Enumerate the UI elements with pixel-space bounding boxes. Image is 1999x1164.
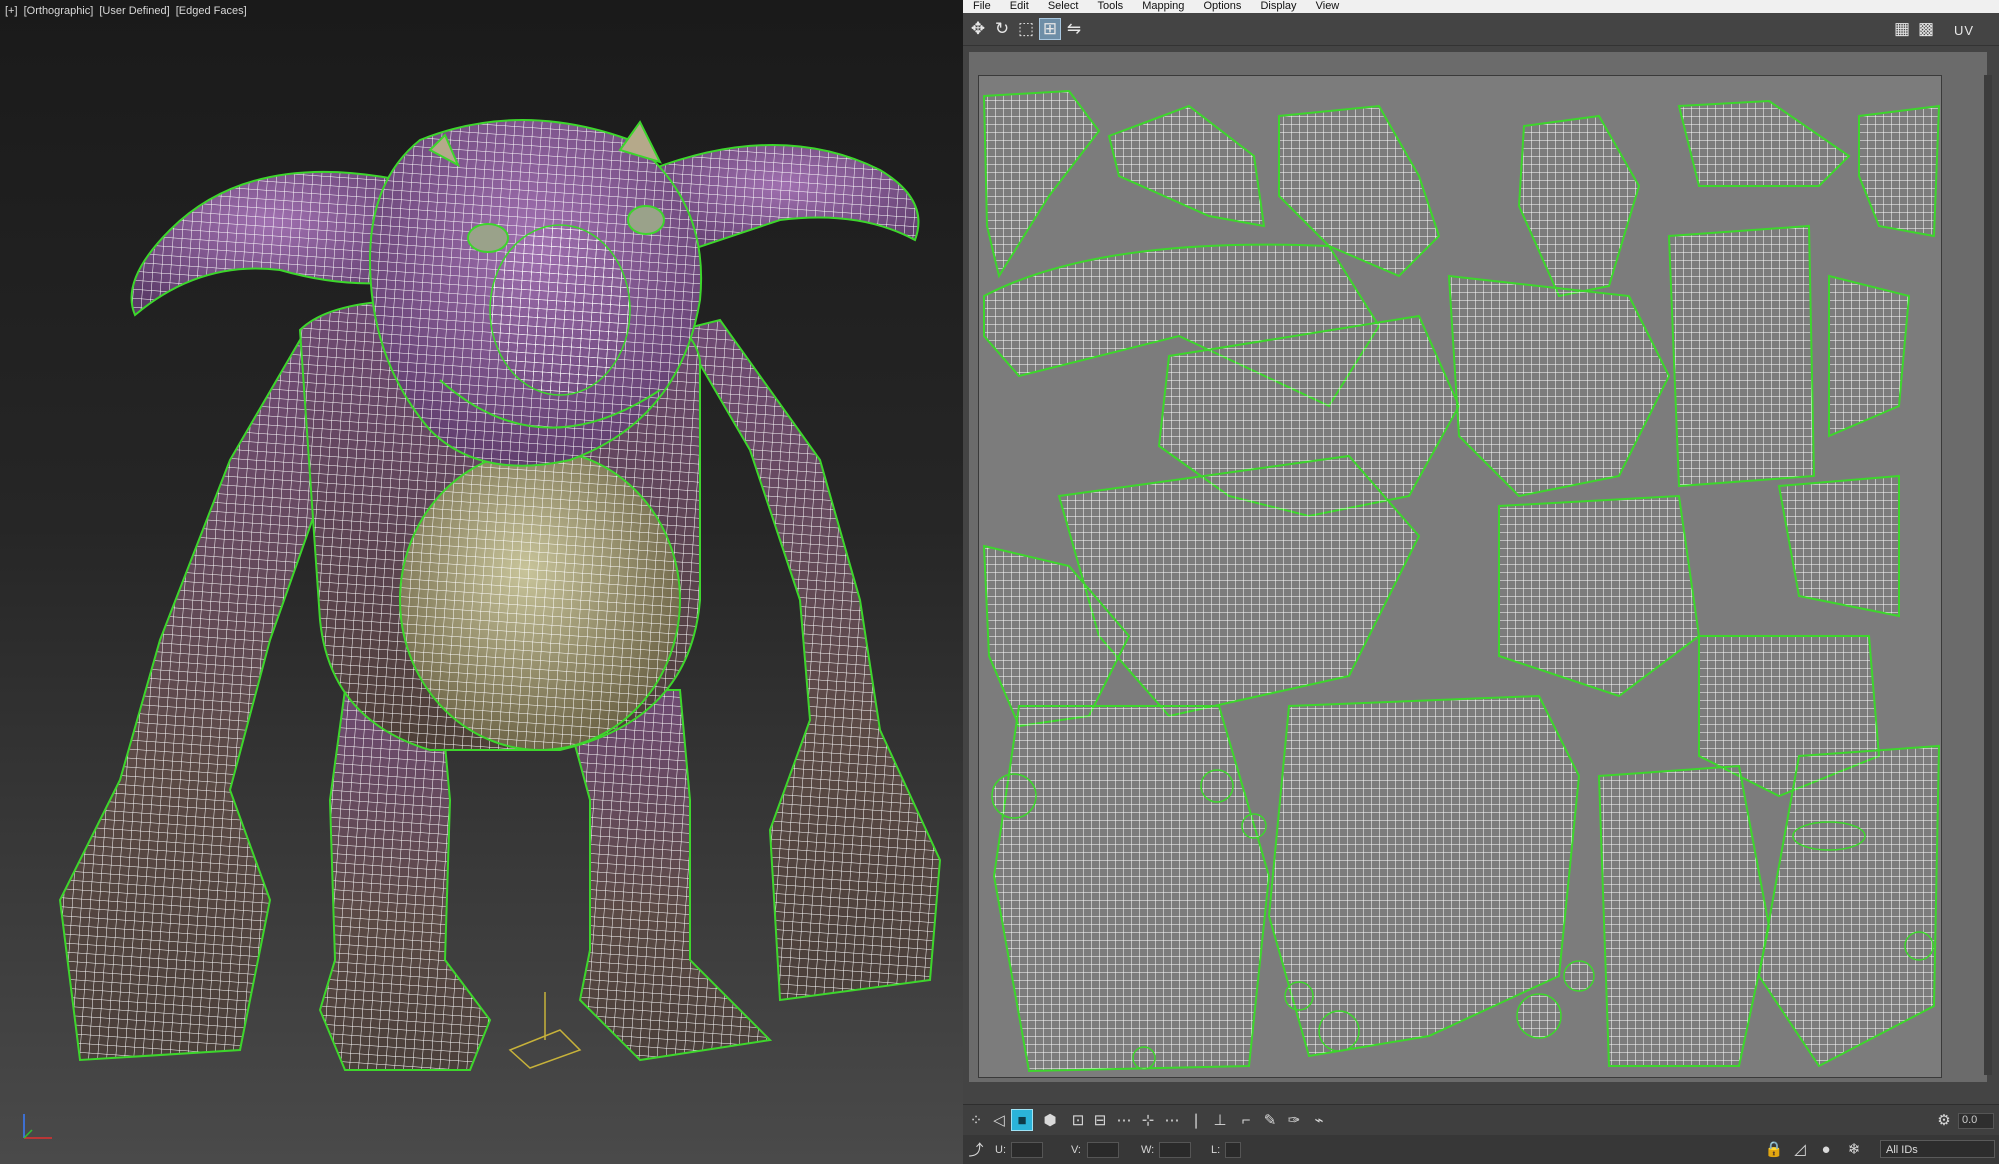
uv-island-ear-left	[982, 89, 1101, 279]
uv-menubar: File Edit Select Tools Mapping Options D…	[963, 0, 1999, 13]
spinner-field[interactable]: 0.0	[1958, 1113, 1994, 1129]
scale-icon[interactable]: ⬚	[1015, 18, 1037, 40]
uv-island-mouth	[1792, 821, 1866, 851]
w-label: W:	[1141, 1144, 1155, 1156]
uv-island-torso-back	[1447, 274, 1671, 498]
paint-icon[interactable]: ⌐	[1235, 1109, 1257, 1131]
align-icon[interactable]: ⊥	[1209, 1109, 1231, 1131]
menu-select[interactable]: Select	[1048, 0, 1079, 12]
move-icon[interactable]: ✥	[967, 18, 989, 40]
u-field[interactable]	[1011, 1142, 1043, 1158]
face-select-icon[interactable]: ■	[1011, 1109, 1033, 1131]
uv-island-hand-5	[1777, 474, 1900, 618]
uv-bottom-toolbar: ⁘ ◁ ■ ⬢ ⊡ ⊟ ⋯ ⊹ ⋯ ❘ ⊥ ⌐ ✎ ✑ ⌁ ⚙ 0.0	[963, 1104, 1999, 1135]
pivot-gizmo[interactable]	[508, 992, 582, 1069]
uv-island-eye-3	[1241, 813, 1267, 839]
menu-mapping[interactable]: Mapping	[1142, 0, 1184, 12]
uv-island-tooth-5	[1132, 1046, 1156, 1070]
shrink-icon[interactable]: ⊟	[1089, 1109, 1111, 1131]
freeform-icon[interactable]: ⊞	[1039, 18, 1061, 40]
uv-island-tooth-1	[1284, 981, 1314, 1011]
uv-island-finger	[1828, 274, 1911, 438]
edge-loop-icon[interactable]: ⋯	[1161, 1109, 1183, 1131]
ring-icon[interactable]: ⊹	[1137, 1109, 1159, 1131]
uv-islands[interactable]	[979, 76, 1941, 1077]
uv-island-leg-right	[1597, 764, 1771, 1067]
axis-tripod-icon	[23, 1114, 52, 1139]
mirror-icon[interactable]: ⇋	[1063, 18, 1085, 40]
u-label: U:	[995, 1144, 1006, 1156]
l-checkbox[interactable]	[1225, 1142, 1241, 1158]
uv-island-torso-side	[1498, 494, 1701, 698]
uv-status-bar: ⤴ U: V: W: L: 🔒 ◿ ● ❄ All IDs	[963, 1135, 1999, 1164]
pin-icon[interactable]: ❘	[1185, 1109, 1207, 1131]
vertex-select-icon[interactable]: ⁘	[965, 1109, 987, 1131]
checker-grid-icon[interactable]: ▦	[1891, 18, 1913, 40]
view-toggle-icon[interactable]: ●	[1815, 1138, 1837, 1160]
uv-island-body-front	[1057, 454, 1421, 718]
perspective-viewport[interactable]: [+] [Orthographic] [User Defined] [Edged…	[0, 0, 963, 1164]
uv-island-eye-2	[1200, 769, 1234, 803]
uv-tile[interactable]	[978, 75, 1942, 1078]
uv-island-eye-1	[991, 773, 1037, 819]
l-label: L:	[1211, 1144, 1221, 1156]
w-field[interactable]	[1159, 1142, 1191, 1158]
uv-island-foot-1	[1858, 104, 1941, 238]
uv-island-tooth-6	[1904, 931, 1934, 961]
v-label: V:	[1071, 1144, 1081, 1156]
sculpt-icon[interactable]: ⌁	[1308, 1109, 1330, 1131]
uv-island-leg-left	[992, 705, 1271, 1073]
uv-island-ear-right	[1107, 104, 1266, 228]
menu-options[interactable]: Options	[1203, 0, 1241, 12]
menu-file[interactable]: File	[973, 0, 991, 12]
goblin-wireframe-model[interactable]	[0, 0, 963, 1164]
menu-display[interactable]: Display	[1260, 0, 1296, 12]
rotate-icon[interactable]: ↻	[991, 18, 1013, 40]
menu-edit[interactable]: Edit	[1010, 0, 1029, 12]
uv-editor-window: File Edit Select Tools Mapping Options D…	[963, 0, 1999, 1164]
settings-gear-icon[interactable]: ⚙	[1933, 1109, 1955, 1131]
v-field[interactable]	[1087, 1142, 1119, 1158]
menu-tools[interactable]: Tools	[1097, 0, 1123, 12]
soft-select-icon[interactable]: ✑	[1283, 1109, 1305, 1131]
grow-icon[interactable]: ⊡	[1067, 1109, 1089, 1131]
uv-island-tooth-4	[1563, 960, 1595, 992]
uv-top-toolbar: ✥ ↻ ⬚ ⊞ ⇋ ▦ ▩ UV	[963, 13, 1999, 46]
uv-island-hand-3	[1677, 99, 1851, 187]
lock-icon[interactable]: 🔒	[1763, 1138, 1785, 1160]
uv-island-tooth-2	[1318, 1010, 1360, 1052]
edge-select-icon[interactable]: ◁	[988, 1109, 1010, 1131]
freeze-icon[interactable]: ❄	[1843, 1138, 1865, 1160]
pivot-transform-icon[interactable]: ⤴	[965, 1138, 987, 1160]
checker-texture-icon[interactable]: ▩	[1915, 18, 1937, 40]
brush-icon[interactable]: ✎	[1259, 1109, 1281, 1131]
slice-icon[interactable]: ◿	[1789, 1138, 1811, 1160]
uv-channel-label[interactable]: UV	[1954, 23, 1974, 38]
uv-island-hand-2	[1517, 114, 1641, 298]
uv-island-tooth-3	[1516, 993, 1562, 1039]
element-select-icon[interactable]: ⬢	[1039, 1109, 1061, 1131]
uv-island-sleeve	[1667, 224, 1816, 488]
uv-vertical-scrollbar[interactable]	[1984, 75, 1992, 1075]
uv-edit-area[interactable]	[969, 52, 1987, 1082]
material-ids-select[interactable]: All IDs	[1880, 1140, 1995, 1158]
loop-icon[interactable]: ⋯	[1113, 1109, 1135, 1131]
menu-view[interactable]: View	[1316, 0, 1340, 12]
